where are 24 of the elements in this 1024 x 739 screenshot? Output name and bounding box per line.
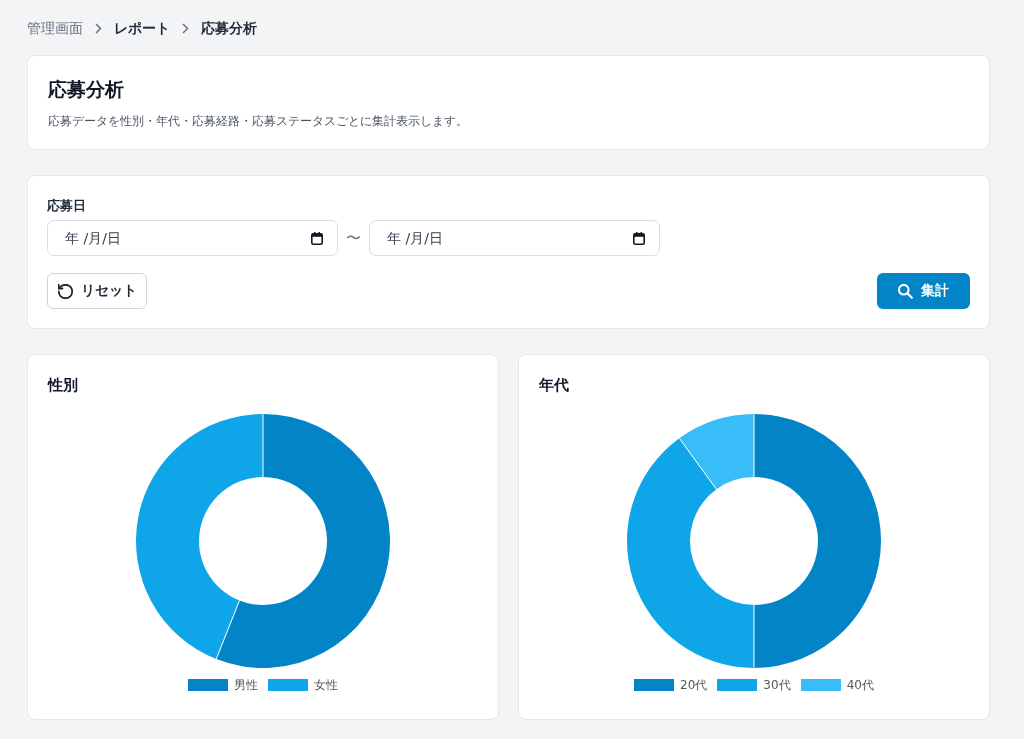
calendar-icon	[633, 232, 645, 245]
chart-title: 年代	[539, 375, 569, 395]
range-separator: 〜	[346, 228, 361, 248]
breadcrumb-item: レポート	[114, 19, 170, 38]
chart-title: 性別	[48, 375, 78, 395]
aggregate-button[interactable]: 集計	[877, 273, 970, 309]
reset-button[interactable]: リセット	[47, 273, 147, 309]
chevron-right-icon	[95, 22, 102, 34]
date-field[interactable]: 年 /月/日	[47, 220, 338, 256]
calendar-icon	[311, 232, 323, 245]
legend-label: 男性	[234, 679, 258, 691]
date-field[interactable]: 年 /月/日	[369, 220, 660, 256]
legend-label: 30代	[763, 679, 791, 691]
legend-label: 20代	[680, 679, 708, 691]
legend-label: 40代	[846, 679, 874, 691]
search-icon	[898, 283, 913, 299]
legend-label: 女性	[314, 679, 338, 691]
page-description: 応募データを性別・年代・応募経路・応募ステータスごとに集計表示します。	[48, 113, 468, 130]
circular-arrow-icon	[57, 283, 73, 299]
page-title: 応募分析	[48, 77, 124, 102]
field-label: 応募日	[47, 197, 86, 215]
breadcrumb-link[interactable]: 管理画面	[27, 18, 83, 38]
breadcrumb-item: 応募分析	[201, 19, 257, 38]
chevron-right-icon	[182, 22, 189, 34]
